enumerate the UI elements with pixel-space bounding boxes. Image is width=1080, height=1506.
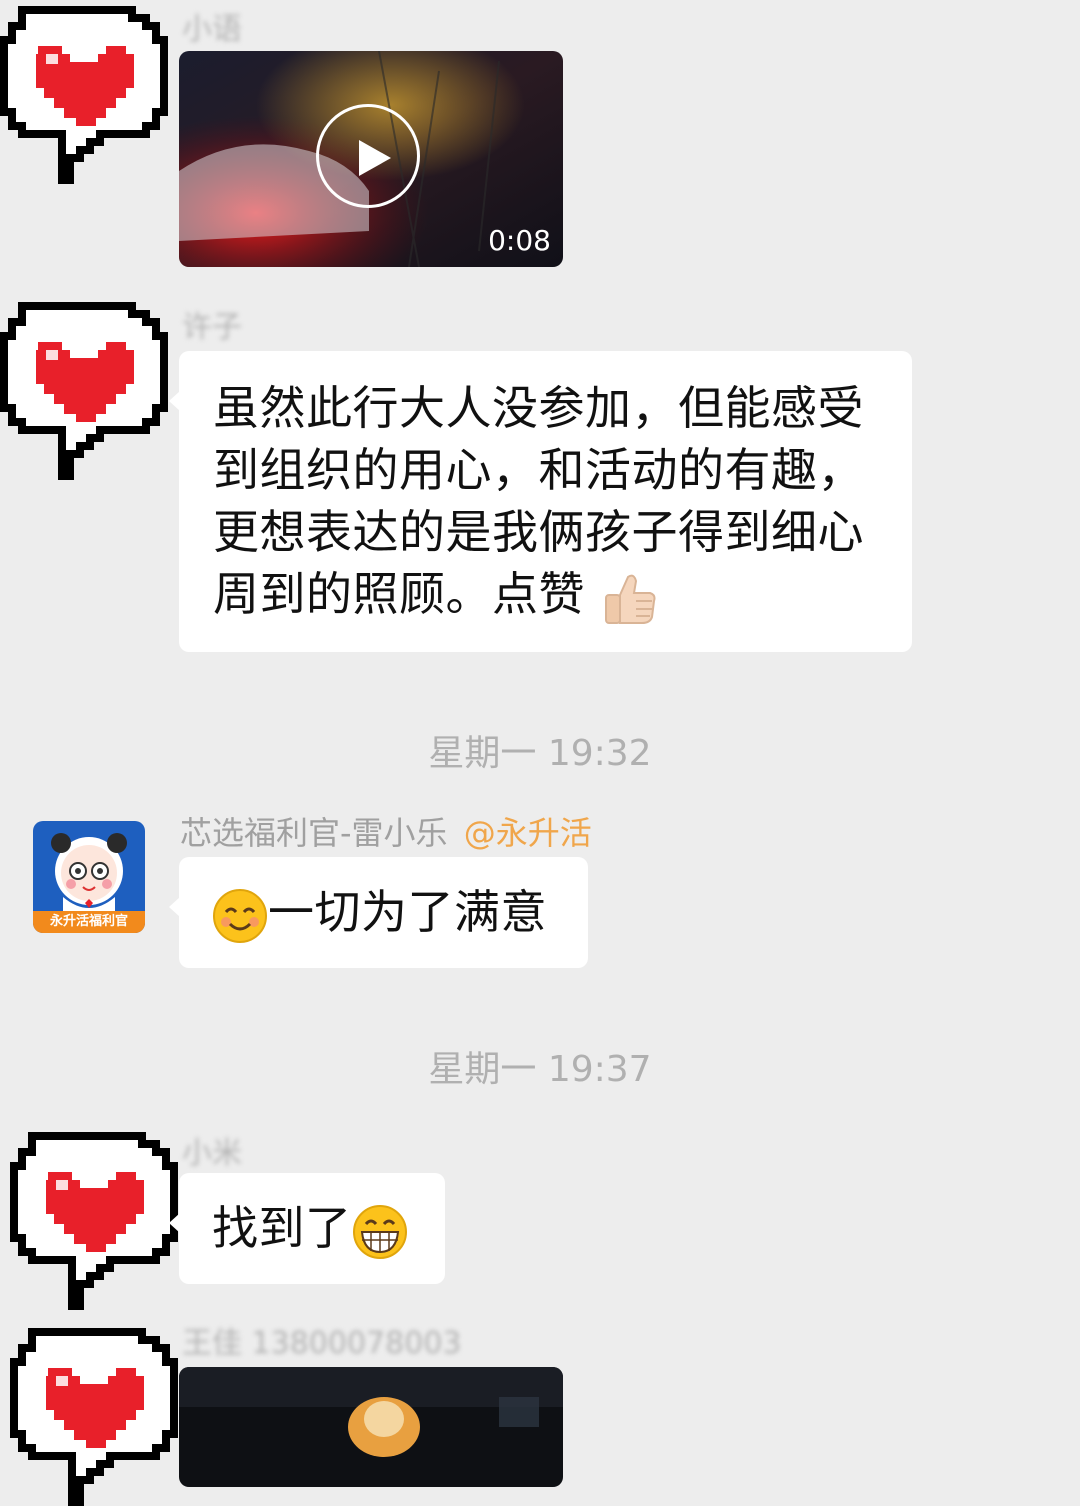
message-text: 找到了: [212, 1201, 352, 1255]
message-line: 到组织的用心，和活动的有趣，: [213, 443, 864, 497]
mention-tag[interactable]: @永升活: [464, 814, 592, 852]
sender-name: 许子: [182, 310, 242, 345]
sender-name: 小语: [182, 12, 242, 47]
heart-avatar-icon[interactable]: [10, 1130, 180, 1310]
message-bubble[interactable]: 一切为了满意: [169, 857, 588, 968]
video-message[interactable]: [179, 1367, 563, 1487]
avatar-label: 永升活福利官: [33, 911, 145, 933]
time-separator: 星期一 19:32: [428, 733, 652, 774]
play-button[interactable]: [316, 104, 420, 208]
avatar[interactable]: 永升活福利官: [33, 821, 145, 933]
smiling-face-icon: [213, 888, 267, 943]
sender-name: 芯选福利官-雷小乐: [180, 814, 448, 852]
video-duration: 0:08: [488, 224, 551, 257]
message-bubble[interactable]: 虽然此行大人没参加，但能感受 到组织的用心，和活动的有趣， 更想表达的是我俩孩子…: [169, 351, 912, 652]
time-separator: 星期一 19:37: [428, 1049, 652, 1090]
sender-line: 芯选福利官-雷小乐 @永升活: [180, 808, 592, 854]
grinning-face-icon: [352, 1204, 407, 1259]
thumbs-up-icon: [605, 574, 656, 624]
sender-name: 小米: [182, 1136, 242, 1171]
heart-avatar-icon[interactable]: [10, 1326, 180, 1506]
message-line: 虽然此行大人没参加，但能感受: [213, 381, 864, 435]
message-bubble[interactable]: 找到了: [169, 1173, 445, 1284]
play-icon: [359, 140, 391, 176]
video-message[interactable]: 0:08: [179, 51, 563, 267]
sender-name: 王佳 13800078003: [182, 1326, 462, 1361]
heart-avatar-icon[interactable]: [0, 4, 170, 184]
message-text: 一切为了满意: [268, 885, 547, 939]
video-thumbnail: [179, 1367, 563, 1487]
message-line: 更想表达的是我俩孩子得到细心: [213, 505, 864, 559]
message-line: 周到的照顾。点赞: [213, 563, 864, 627]
heart-avatar-icon[interactable]: [0, 300, 170, 480]
